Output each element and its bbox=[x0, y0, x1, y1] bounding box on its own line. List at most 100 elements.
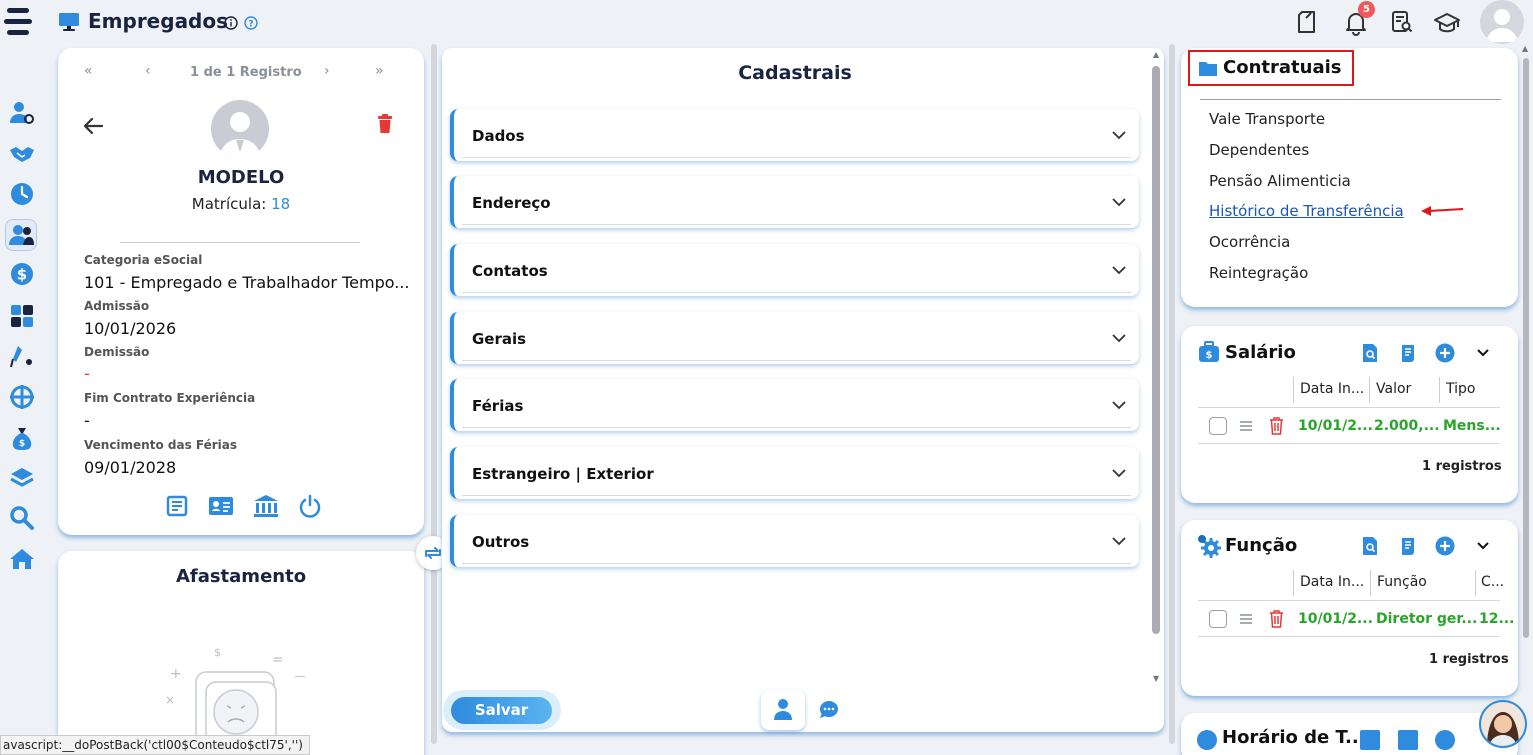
view-document-icon[interactable] bbox=[1360, 730, 1380, 750]
field-value: 10/01/2026 bbox=[84, 319, 177, 338]
menu-hamburger-icon[interactable] bbox=[4, 8, 32, 40]
splitter-right[interactable] bbox=[1169, 44, 1175, 744]
search-document-icon[interactable] bbox=[1389, 9, 1415, 35]
graduation-cap-icon[interactable] bbox=[1433, 10, 1461, 36]
pager-next-button[interactable]: › bbox=[324, 63, 330, 79]
link-ocorrencia[interactable]: Ocorrência bbox=[1209, 233, 1290, 251]
tab-person[interactable] bbox=[761, 690, 805, 730]
scroll-document-icon[interactable] bbox=[1398, 536, 1418, 556]
link-historico-transferencia[interactable]: Histórico de Transferência bbox=[1209, 202, 1404, 220]
field-label: Admissão bbox=[84, 299, 150, 313]
document-icon[interactable] bbox=[1295, 9, 1321, 35]
drag-handle-icon[interactable] bbox=[1239, 420, 1253, 432]
accordion-outros[interactable]: Outros bbox=[450, 515, 1139, 567]
user-avatar[interactable] bbox=[1480, 0, 1524, 44]
network-icon[interactable] bbox=[8, 383, 36, 411]
money-bag-icon[interactable]: $ bbox=[8, 424, 36, 452]
back-arrow-icon[interactable] bbox=[82, 116, 104, 136]
link-reintegracao[interactable]: Reintegração bbox=[1209, 264, 1308, 282]
scrollbar[interactable]: ▲ ▼ bbox=[1151, 50, 1161, 690]
assistant-avatar[interactable] bbox=[1479, 700, 1527, 748]
syringe-icon[interactable] bbox=[8, 342, 36, 370]
page-scrollbar[interactable]: ▲ bbox=[1522, 44, 1530, 744]
notification-badge: 5 bbox=[1358, 1, 1375, 18]
search-icon[interactable] bbox=[8, 504, 36, 532]
annotation-arrow bbox=[1419, 203, 1465, 217]
scroll-document-icon[interactable] bbox=[1398, 343, 1418, 363]
trash-icon[interactable] bbox=[1269, 417, 1284, 435]
scroll-document-icon[interactable] bbox=[1398, 730, 1418, 750]
accordion-estrangeiro[interactable]: Estrangeiro | Exterior bbox=[450, 447, 1139, 499]
dollar-icon[interactable]: $ bbox=[8, 260, 36, 288]
clock-icon bbox=[1197, 730, 1217, 750]
id-card-icon[interactable] bbox=[208, 494, 234, 518]
add-icon[interactable] bbox=[1435, 343, 1455, 363]
link-pensao-alimenticia[interactable]: Pensão Alimenticia bbox=[1209, 172, 1351, 190]
column-header[interactable]: Função bbox=[1377, 574, 1427, 590]
row-checkbox[interactable] bbox=[1209, 417, 1227, 435]
matricula: Matrícula: 18 bbox=[58, 195, 424, 213]
record-count: 1 registros bbox=[1429, 652, 1509, 667]
delete-icon[interactable] bbox=[377, 114, 393, 134]
pager-last-button[interactable]: » bbox=[375, 63, 384, 79]
row-checkbox[interactable] bbox=[1209, 610, 1227, 628]
chevron-down-icon[interactable] bbox=[1476, 347, 1490, 359]
svg-text:$: $ bbox=[1206, 350, 1213, 361]
pager-first-button[interactable]: « bbox=[84, 63, 93, 79]
user-settings-icon[interactable] bbox=[8, 99, 36, 127]
accordion-dados[interactable]: Dados bbox=[450, 109, 1139, 161]
link-dependentes[interactable]: Dependentes bbox=[1209, 141, 1309, 159]
chevron-down-icon bbox=[1111, 262, 1127, 278]
column-header[interactable]: Data In... bbox=[1300, 574, 1364, 590]
page-title: Empregados bbox=[88, 9, 229, 33]
layers-icon[interactable] bbox=[8, 464, 36, 492]
scrollbar-thumb[interactable] bbox=[1152, 66, 1160, 634]
cadastrais-title: Cadastrais bbox=[738, 62, 852, 84]
bank-icon[interactable] bbox=[253, 494, 279, 518]
page-scrollbar-thumb[interactable] bbox=[1523, 58, 1529, 638]
chevron-down-icon bbox=[1111, 533, 1127, 549]
handshake-icon[interactable] bbox=[8, 140, 36, 168]
add-icon[interactable] bbox=[1435, 536, 1455, 556]
status-bar: avascript:__doPostBack('ctl00$Conteudo$c… bbox=[0, 735, 310, 755]
info-icon[interactable] bbox=[224, 16, 238, 30]
chevron-down-icon[interactable] bbox=[1476, 540, 1490, 552]
accordion-endereco[interactable]: Endereço bbox=[450, 176, 1139, 228]
save-button[interactable]: Salvar bbox=[451, 697, 552, 724]
column-header[interactable]: Tipo bbox=[1446, 381, 1475, 397]
column-header[interactable]: C... bbox=[1481, 574, 1504, 590]
add-icon[interactable] bbox=[1435, 730, 1455, 750]
power-icon[interactable] bbox=[298, 494, 322, 518]
chevron-down-icon bbox=[1111, 465, 1127, 481]
help-icon[interactable]: ? bbox=[244, 16, 258, 30]
field-label: Fim Contrato Experiência bbox=[84, 391, 256, 405]
chat-icon[interactable] bbox=[818, 699, 840, 721]
employees-icon[interactable] bbox=[5, 219, 37, 251]
trash-icon[interactable] bbox=[1269, 610, 1284, 628]
accordion-label: Estrangeiro | Exterior bbox=[472, 465, 654, 483]
drag-handle-icon[interactable] bbox=[1239, 613, 1253, 625]
divider bbox=[120, 242, 360, 243]
svg-text:$: $ bbox=[17, 266, 27, 284]
accordion-gerais[interactable]: Gerais bbox=[450, 312, 1139, 364]
column-header[interactable]: Valor bbox=[1376, 381, 1411, 397]
employee-photo[interactable] bbox=[211, 100, 269, 158]
splitter-left[interactable] bbox=[431, 44, 437, 744]
matricula-value: 18 bbox=[271, 195, 291, 213]
table-cell: 2.000,... bbox=[1374, 418, 1440, 434]
field-label: Vencimento das Férias bbox=[84, 438, 238, 452]
pager-prev-button[interactable]: ‹ bbox=[145, 63, 151, 79]
home-icon[interactable] bbox=[8, 545, 36, 573]
divider bbox=[1200, 99, 1501, 100]
column-header[interactable]: Data In... bbox=[1300, 381, 1364, 397]
accordion-ferias[interactable]: Férias bbox=[450, 379, 1139, 431]
newspaper-icon[interactable] bbox=[165, 494, 189, 518]
calculator-icon[interactable] bbox=[8, 302, 36, 330]
field-label: Categoria eSocial bbox=[84, 253, 203, 267]
view-document-icon[interactable] bbox=[1360, 536, 1380, 556]
svg-text:+: + bbox=[170, 666, 182, 682]
view-document-icon[interactable] bbox=[1360, 343, 1380, 363]
accordion-contatos[interactable]: Contatos bbox=[450, 244, 1139, 296]
clock-icon[interactable] bbox=[8, 180, 36, 208]
link-vale-transporte[interactable]: Vale Transporte bbox=[1209, 110, 1325, 128]
